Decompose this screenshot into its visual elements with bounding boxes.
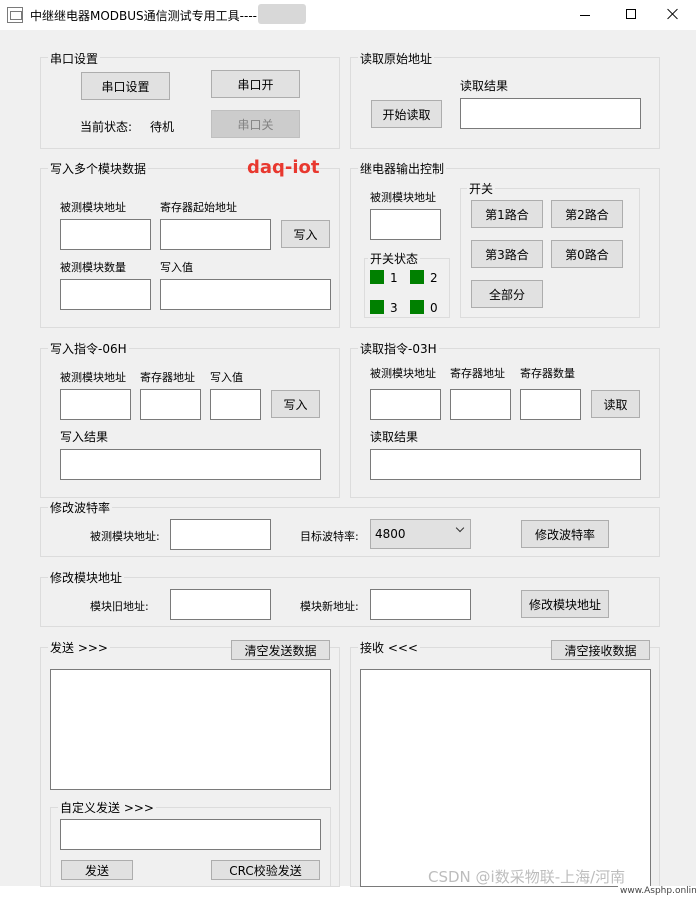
custom-send-input[interactable] — [60, 819, 321, 850]
relay-legend: 继电器输出控制 — [358, 160, 447, 177]
w06-reg-addr-input[interactable] — [140, 389, 201, 420]
blurred-title-part — [258, 4, 306, 24]
baud-target-label: 目标波特率: — [300, 530, 359, 543]
r03-reg-addr-input[interactable] — [450, 389, 511, 420]
r03-reg-count-label: 寄存器数量 — [520, 367, 575, 380]
addr-legend: 修改模块地址 — [48, 569, 125, 586]
serial-settings-button[interactable]: 串口设置 — [81, 72, 170, 100]
red-watermark-text: daq-iot — [247, 157, 320, 178]
app-icon — [7, 7, 23, 23]
read-raw-result-label: 读取结果 — [460, 79, 509, 93]
all-off-button[interactable]: 全部分 — [471, 280, 543, 308]
switch-status-legend: 开关状态 — [368, 250, 421, 267]
wm-reg-start-label: 寄存器起始地址 — [160, 201, 237, 214]
w06-value-input[interactable] — [210, 389, 261, 420]
close-button[interactable] — [650, 0, 696, 30]
wm-reg-start-input[interactable] — [160, 219, 271, 250]
baud-select[interactable]: 4800 — [370, 519, 471, 549]
r03-result-label: 读取结果 — [370, 430, 419, 444]
led-0-indicator — [410, 300, 424, 314]
w06-value-label: 写入值 — [210, 371, 243, 384]
write06-legend: 写入指令-06H — [48, 340, 129, 357]
read03-legend: 读取指令-03H — [358, 340, 439, 357]
site-watermark: www.Asphp.online — [618, 886, 696, 896]
wm-write-button[interactable]: 写入 — [281, 220, 330, 248]
old-addr-label: 模块旧地址: — [90, 600, 149, 613]
status-label: 当前状态: — [80, 120, 133, 134]
send-button[interactable]: 发送 — [61, 860, 133, 880]
r03-module-addr-input[interactable] — [370, 389, 441, 420]
route2-button[interactable]: 第2路合 — [551, 200, 623, 228]
title-bar[interactable]: 中继继电器MODBUS通信测试专用工具---- — [0, 0, 696, 30]
wm-value-input[interactable] — [160, 279, 331, 310]
wm-module-count-input[interactable] — [60, 279, 151, 310]
w06-result-label: 写入结果 — [60, 430, 109, 444]
relay-module-addr-label: 被测模块地址 — [370, 191, 436, 204]
r03-module-addr-label: 被测模块地址 — [370, 367, 436, 380]
baud-module-addr-input[interactable] — [170, 519, 271, 550]
recv-textarea[interactable] — [360, 669, 651, 887]
crc-send-button[interactable]: CRC校验发送 — [211, 860, 320, 880]
clear-recv-button[interactable]: 清空接收数据 — [551, 640, 650, 660]
minimize-button[interactable] — [562, 0, 608, 30]
wm-module-count-label: 被测模块数量 — [60, 261, 126, 274]
baud-legend: 修改波特率 — [48, 499, 113, 516]
led-1-indicator — [370, 270, 384, 284]
led-2-label: 2 — [430, 271, 438, 285]
write-multi-legend: 写入多个模块数据 — [48, 160, 149, 177]
maximize-button[interactable] — [608, 0, 654, 30]
change-baud-button[interactable]: 修改波特率 — [521, 520, 609, 548]
serial-legend: 串口设置 — [48, 50, 101, 67]
new-addr-label: 模块新地址: — [300, 600, 359, 613]
w06-module-addr-label: 被测模块地址 — [60, 371, 126, 384]
new-addr-input[interactable] — [370, 589, 471, 620]
send-textarea[interactable] — [50, 669, 331, 790]
r03-reg-addr-label: 寄存器地址 — [450, 367, 505, 380]
custom-send-legend: 自定义发送 >>> — [58, 799, 156, 816]
send-legend: 发送 >>> — [48, 639, 110, 656]
recv-legend: 接收 <<< — [358, 639, 420, 656]
r03-reg-count-input[interactable] — [520, 389, 581, 420]
read-raw-result-field[interactable] — [460, 98, 641, 129]
led-2-indicator — [410, 270, 424, 284]
led-1-label: 1 — [390, 271, 398, 285]
status-value: 待机 — [150, 120, 175, 134]
maximize-icon — [626, 9, 636, 19]
wm-value-label: 写入值 — [160, 261, 193, 274]
csdn-watermark: CSDN @i数采物联-上海/河南 — [428, 868, 626, 886]
w06-write-button[interactable]: 写入 — [271, 390, 320, 418]
led-3-indicator — [370, 300, 384, 314]
start-read-button[interactable]: 开始读取 — [371, 100, 442, 128]
serial-open-button[interactable]: 串口开 — [211, 70, 300, 98]
chevron-down-icon — [455, 523, 465, 533]
wm-module-addr-label: 被测模块地址 — [60, 201, 126, 214]
close-icon — [667, 8, 679, 20]
change-addr-button[interactable]: 修改模块地址 — [521, 590, 609, 618]
relay-module-addr-input[interactable] — [370, 209, 441, 240]
baud-module-addr-label: 被测模块地址: — [90, 530, 160, 543]
window-title: 中继继电器MODBUS通信测试专用工具---- — [30, 9, 257, 23]
clear-send-button[interactable]: 清空发送数据 — [231, 640, 330, 660]
minimize-icon — [580, 15, 590, 16]
switch-legend: 开关 — [467, 180, 496, 197]
led-0-label: 0 — [430, 301, 438, 315]
route3-button[interactable]: 第3路合 — [471, 240, 543, 268]
led-3-label: 3 — [390, 301, 398, 315]
w06-reg-addr-label: 寄存器地址 — [140, 371, 195, 384]
old-addr-input[interactable] — [170, 589, 271, 620]
w06-module-addr-input[interactable] — [60, 389, 131, 420]
baud-selected-value: 4800 — [375, 527, 406, 541]
r03-result-field[interactable] — [370, 449, 641, 480]
serial-close-button[interactable]: 串口关 — [211, 110, 300, 138]
r03-read-button[interactable]: 读取 — [591, 390, 640, 418]
route0-button[interactable]: 第0路合 — [551, 240, 623, 268]
wm-module-addr-input[interactable] — [60, 219, 151, 250]
route1-button[interactable]: 第1路合 — [471, 200, 543, 228]
w06-result-field[interactable] — [60, 449, 321, 480]
read-raw-legend: 读取原始地址 — [358, 50, 435, 67]
